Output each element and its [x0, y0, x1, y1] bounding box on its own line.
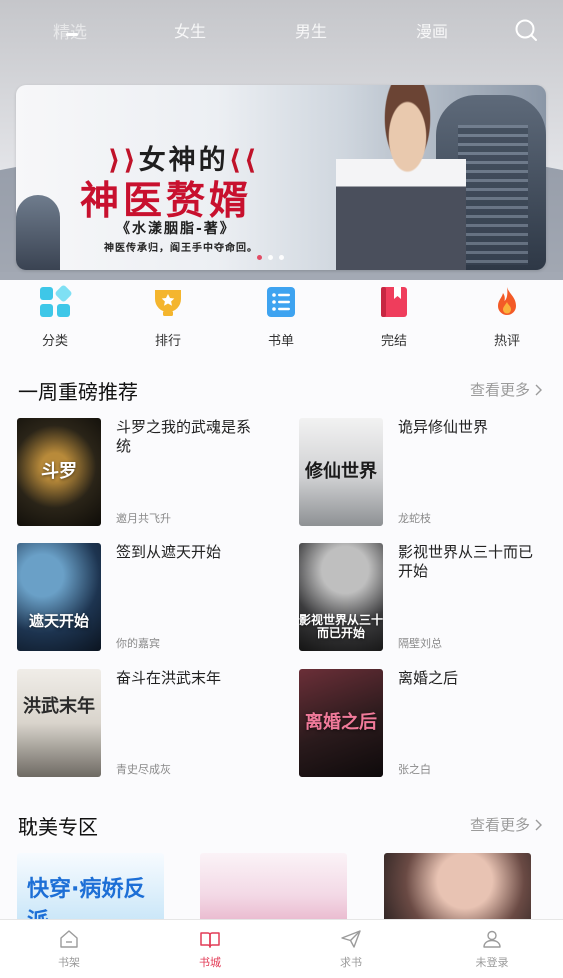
bookmark-icon [381, 287, 407, 317]
book-title: 奋斗在洪武末年 [116, 669, 222, 687]
category-hot-reviews[interactable]: 热评 [467, 285, 547, 349]
book-author: 张之白 [398, 763, 431, 776]
banner-building-left [16, 195, 60, 270]
category-classify[interactable]: 分类 [15, 285, 95, 349]
list-icon [267, 287, 295, 317]
book-title: 影视世界从三十而已开始 [398, 543, 534, 580]
banner-pagination [257, 255, 284, 260]
category-shortcuts: 分类 排行 书单 完结 热评 [0, 285, 563, 355]
book-cover: 洪武末年 [17, 669, 101, 777]
cover-title: 斗罗 [41, 461, 77, 483]
book-card[interactable]: 遮天开始 签到从遮天开始 你的嘉宾 [17, 543, 279, 651]
promo-banner[interactable]: ⟩⟩女神的⟨⟨ 神医赘婿 《水漾胭脂-著》 神医传承归，阎王手中夺命回。 [16, 85, 546, 270]
nav-bookshelf[interactable]: 书架 [39, 928, 99, 970]
book-card[interactable]: 洪武末年 奋斗在洪武末年 青史尽成灰 [17, 669, 279, 777]
section-title-weekly: 一周重磅推荐 [18, 380, 138, 404]
book-author: 龙蛇枝 [398, 512, 431, 525]
tab-female[interactable]: 女生 [174, 18, 206, 42]
banner-author: 《水漾胭脂-著》 [116, 221, 236, 237]
cover-title: 离婚之后 [305, 712, 377, 734]
nav-login[interactable]: 未登录 [462, 928, 522, 970]
book-author: 隔壁刘总 [398, 637, 442, 650]
cover-title: 修仙世界 [305, 461, 377, 483]
fire-icon [498, 287, 516, 315]
active-tab-indicator [66, 33, 78, 36]
nav-request[interactable]: 求书 [321, 928, 381, 970]
weekly-more-link[interactable]: 查看更多 [470, 379, 543, 400]
book-cover: 影视世界从三十而已开始 [299, 543, 383, 651]
tab-comics[interactable]: 漫画 [416, 18, 448, 42]
book-author: 邀月共飞升 [116, 512, 171, 525]
book-card[interactable]: 斗罗 斗罗之我的武魂是系统 邀月共飞升 [17, 418, 279, 526]
chevron-right-icon [535, 384, 543, 395]
trophy-icon [155, 290, 181, 316]
banner-dot[interactable] [279, 255, 284, 260]
nav-label: 书城 [199, 956, 221, 969]
book-card[interactable]: 修仙世界 诡异修仙世界 龙蛇枝 [299, 418, 561, 526]
section-title-danmei: 耽美专区 [18, 815, 98, 839]
cover-title: 快穿·病娇反派 [27, 877, 146, 923]
category-label: 书单 [267, 334, 294, 349]
send-icon [341, 930, 361, 948]
danmei-more-link[interactable]: 查看更多 [470, 814, 543, 835]
cover-title: 遮天开始 [28, 611, 89, 630]
category-label: 排行 [154, 334, 181, 349]
banner-dot[interactable] [268, 255, 273, 260]
category-completed[interactable]: 完结 [354, 285, 434, 349]
chevron-right-icon [535, 819, 543, 830]
more-label: 查看更多 [470, 816, 531, 834]
danmei-book-cover[interactable]: 快穿·病娇反派 [17, 853, 164, 923]
category-label: 分类 [41, 334, 68, 349]
book-title: 离婚之后 [398, 669, 459, 687]
banner-character-image [336, 85, 466, 270]
tab-male[interactable]: 男生 [295, 18, 327, 42]
book-title: 诡异修仙世界 [398, 418, 489, 436]
book-title: 签到从遮天开始 [116, 543, 222, 561]
book-cover: 斗罗 [17, 418, 101, 526]
search-icon [515, 19, 537, 41]
nav-label: 书架 [58, 956, 80, 969]
tab-featured[interactable]: 精选 [53, 18, 87, 43]
book-card[interactable]: 影视世界从三十而已开始 影视世界从三十而已开始 隔壁刘总 [299, 543, 561, 651]
book-cover: 离婚之后 [299, 669, 383, 777]
top-tab-bar: 精选 女生 男生 漫画 [0, 18, 563, 48]
book-icon [200, 932, 220, 948]
cover-title: 影视世界从三十而已开始 [299, 613, 383, 641]
category-label: 热评 [493, 334, 520, 349]
banner-dot[interactable] [257, 255, 262, 260]
category-ranking[interactable]: 排行 [128, 285, 208, 349]
cover-title: 洪武末年 [23, 695, 95, 717]
nav-bookstore[interactable]: 书城 [180, 928, 240, 970]
book-author: 你的嘉宾 [116, 637, 160, 650]
nav-label: 未登录 [475, 956, 509, 969]
book-cover: 遮天开始 [17, 543, 101, 651]
danmei-book-cover[interactable] [384, 853, 531, 923]
category-label: 完结 [380, 334, 407, 349]
user-icon [483, 930, 501, 948]
home-icon [60, 930, 78, 948]
book-author: 青史尽成灰 [116, 763, 171, 776]
danmei-book-cover[interactable] [200, 853, 347, 923]
book-title: 斗罗之我的武魂是系统 [116, 418, 252, 455]
book-cover: 修仙世界 [299, 418, 383, 526]
grid-icon [40, 285, 72, 317]
more-label: 查看更多 [470, 381, 531, 399]
banner-tagline: 神医传承归，阎王手中夺命回。 [104, 243, 258, 254]
book-card[interactable]: 离婚之后 离婚之后 张之白 [299, 669, 561, 777]
bottom-navigation: 书架 书城 求书 未登录 [0, 919, 563, 978]
nav-label: 求书 [340, 956, 362, 969]
search-button[interactable] [514, 18, 538, 42]
category-booklist[interactable]: 书单 [241, 285, 321, 349]
